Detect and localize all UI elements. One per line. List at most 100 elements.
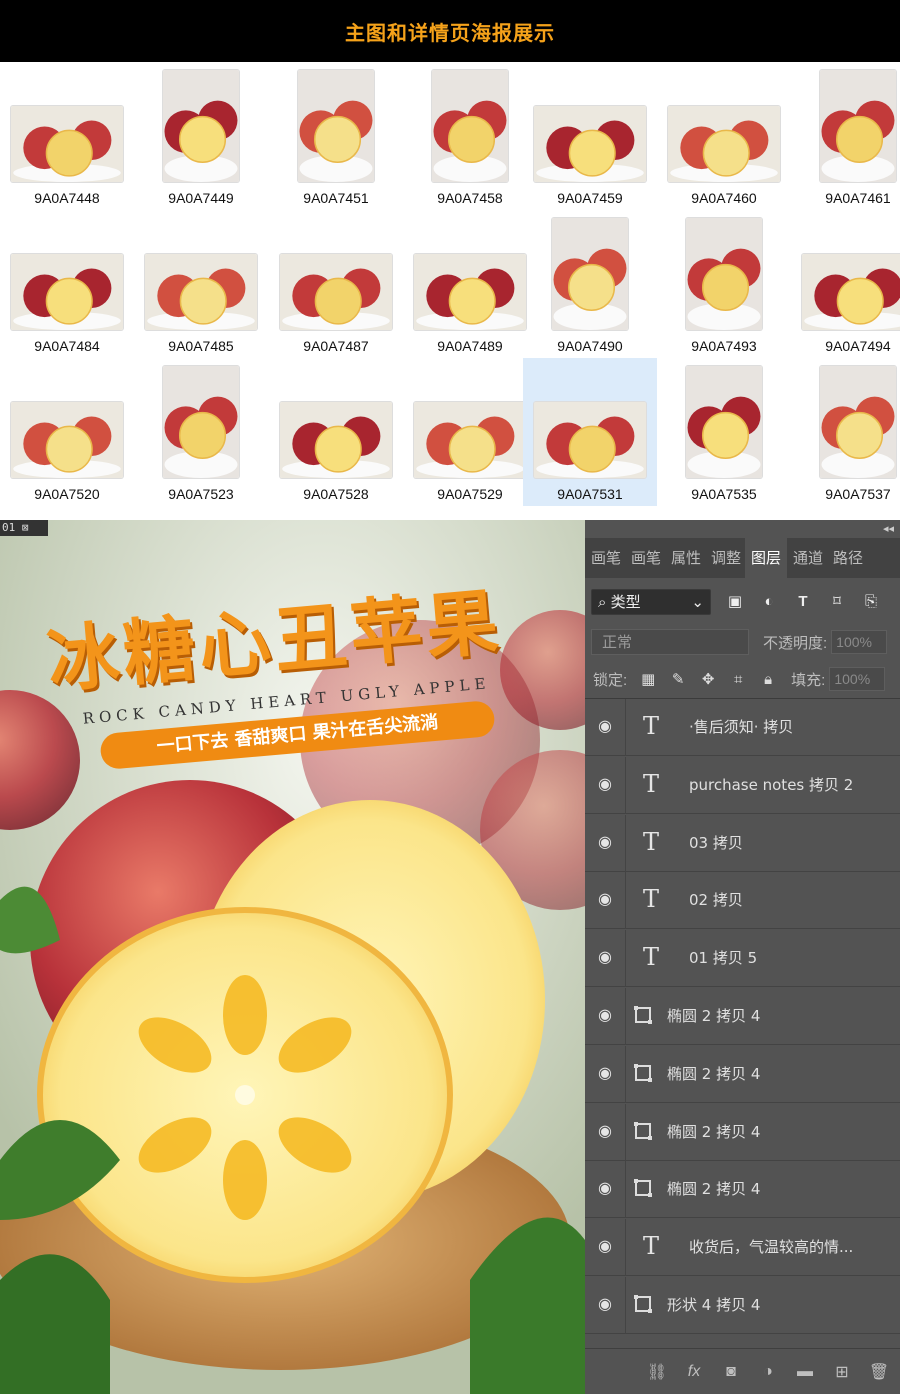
link-icon[interactable]: ⛓ xyxy=(646,1362,668,1382)
lock-all-icon[interactable]: 🔒︎ xyxy=(759,671,777,688)
layer-divider xyxy=(625,814,626,872)
visibility-eye-icon[interactable]: ◉ xyxy=(595,948,615,968)
visibility-eye-icon[interactable]: ◉ xyxy=(595,1179,615,1199)
visibility-eye-icon[interactable]: ◉ xyxy=(595,1237,615,1257)
panel-tab[interactable]: 属性 xyxy=(665,538,705,578)
visibility-eye-icon[interactable]: ◉ xyxy=(595,1295,615,1315)
text-layer-icon: T xyxy=(643,1232,660,1261)
blend-mode-select[interactable]: 正常 xyxy=(591,629,749,655)
thumbnail-item[interactable]: 9A0A7489 xyxy=(403,210,537,358)
thumbnail-item[interactable]: 9A0A7490 xyxy=(523,210,657,358)
thumbnail-item[interactable]: 9A0A7520 xyxy=(0,358,134,506)
thumbnail-label: 9A0A7520 xyxy=(34,486,100,502)
thumbnail-item[interactable]: 9A0A7484 xyxy=(0,210,134,358)
collapse-icon[interactable]: ◂◂ xyxy=(883,522,894,535)
text-filter-icon[interactable]: T xyxy=(793,592,813,612)
shape-filter-icon[interactable]: ⌑ xyxy=(827,592,847,612)
layer-name: purchase notes 拷贝 2 xyxy=(689,775,854,794)
adjustment-icon[interactable]: ◑ xyxy=(757,1363,779,1381)
thumbnail-label: 9A0A7490 xyxy=(557,338,623,354)
thumbnail-item[interactable]: 9A0A7449 xyxy=(134,62,268,210)
layer-row[interactable]: ◉ 椭圆 2 拷贝 4 xyxy=(585,1045,900,1103)
adjustment-filter-icon[interactable]: ◐ xyxy=(759,592,779,612)
thumbnail-image xyxy=(820,366,896,478)
layer-row[interactable]: ◉ 形状 4 拷贝 4 xyxy=(585,1277,900,1334)
layer-row[interactable]: ◉ T 01 拷贝 5 xyxy=(585,930,900,988)
panel-tab[interactable]: 调整 xyxy=(705,538,745,578)
thumbnail-image xyxy=(280,254,392,330)
layer-name: 收货后，气温较高的情... xyxy=(689,1238,854,1257)
fx-icon[interactable]: fx xyxy=(683,1363,705,1381)
thumbnail-item[interactable]: 9A0A7459 xyxy=(523,62,657,210)
panel-tab[interactable]: 路径 xyxy=(827,538,867,578)
thumbnail-item[interactable]: 9A0A7537 xyxy=(791,358,900,506)
lock-paint-icon[interactable]: ✎ xyxy=(669,670,687,688)
thumbnail-item[interactable]: 9A0A7461 xyxy=(791,62,900,210)
text-layer-icon: T xyxy=(643,827,660,856)
thumbnail-item[interactable]: 9A0A7529 xyxy=(403,358,537,506)
thumbnail-item[interactable]: 9A0A7458 xyxy=(403,62,537,210)
thumbnail-image xyxy=(820,70,896,182)
layer-row[interactable]: ◉ T 02 拷贝 xyxy=(585,872,900,930)
thumbnail-image xyxy=(668,106,780,182)
thumbnail-label: 9A0A7489 xyxy=(437,338,503,354)
visibility-eye-icon[interactable]: ◉ xyxy=(595,833,615,853)
layer-divider xyxy=(625,1103,626,1161)
thumbnail-item[interactable]: 9A0A7451 xyxy=(269,62,403,210)
document-tab[interactable]: 01 ⊠ xyxy=(0,520,48,536)
thumbnail-item[interactable]: 9A0A7493 xyxy=(657,210,791,358)
layer-divider xyxy=(625,988,626,1045)
thumbnail-item[interactable]: 9A0A7448 xyxy=(0,62,134,210)
thumbnail-label: 9A0A7451 xyxy=(303,190,369,206)
thumbnail-item[interactable]: 9A0A7523 xyxy=(134,358,268,506)
thumbnail-label: 9A0A7484 xyxy=(34,338,100,354)
trash-icon[interactable]: 🗑︎ xyxy=(868,1362,890,1382)
document-canvas[interactable]: 01 ⊠ 冰糖心丑苹果 ROCK CANDY HEART UGLY APPLE … xyxy=(0,520,585,1394)
layer-row[interactable]: ◉ 椭圆 2 拷贝 4 xyxy=(585,1103,900,1161)
lock-artboard-icon[interactable]: ⌗ xyxy=(729,671,747,688)
thumbnail-image xyxy=(163,70,239,182)
layer-row[interactable]: ◉ T 03 拷贝 xyxy=(585,814,900,872)
visibility-eye-icon[interactable]: ◉ xyxy=(595,1122,615,1142)
visibility-eye-icon[interactable]: ◉ xyxy=(595,890,615,910)
lock-transparency-icon[interactable]: ▦ xyxy=(639,670,657,688)
thumbnail-item[interactable]: 9A0A7528 xyxy=(269,358,403,506)
thumbnail-image xyxy=(11,402,123,478)
page-title: 主图和详情页海报展示 xyxy=(345,20,555,45)
thumbnail-image xyxy=(534,106,646,182)
visibility-eye-icon[interactable]: ◉ xyxy=(595,717,615,737)
visibility-eye-icon[interactable]: ◉ xyxy=(595,1064,615,1084)
thumbnail-image xyxy=(298,70,374,182)
layer-divider xyxy=(625,1045,626,1103)
thumbnail-item[interactable]: 9A0A7494 xyxy=(791,210,900,358)
layer-row[interactable]: ◉ 椭圆 2 拷贝 4 xyxy=(585,988,900,1045)
thumbnail-item[interactable]: 9A0A7460 xyxy=(657,62,791,210)
layer-row[interactable]: ◉ Tpurchase notes 拷贝 2 xyxy=(585,756,900,814)
thumbnail-item[interactable]: 9A0A7535 xyxy=(657,358,791,506)
panel-tab[interactable]: 图层 xyxy=(745,538,788,578)
thumbnail-item[interactable]: 9A0A7531 xyxy=(523,358,657,506)
panel-tab[interactable]: 通道 xyxy=(787,538,827,578)
thumbnail-label: 9A0A7459 xyxy=(557,190,623,206)
thumbnail-item[interactable]: 9A0A7487 xyxy=(269,210,403,358)
thumbnail-item[interactable]: 9A0A7485 xyxy=(134,210,268,358)
layers-list: ◉ T ·售后须知· 拷贝 ◉ Tpurchase notes 拷贝 2 ◉ T 03 拷贝 ◉… xyxy=(585,698,900,1349)
opacity-input[interactable]: 100% xyxy=(831,630,888,654)
lock-move-icon[interactable]: ✥ xyxy=(699,670,717,688)
filter-kind-select[interactable]: ⌕ 类型 ⌄ xyxy=(591,589,711,615)
fill-input[interactable]: 100% xyxy=(829,667,886,691)
visibility-eye-icon[interactable]: ◉ xyxy=(595,1006,615,1026)
panel-tab[interactable]: 画笔 xyxy=(585,538,625,578)
smart-object-filter-icon[interactable]: ⎘ xyxy=(861,592,881,612)
mask-icon[interactable]: ◙ xyxy=(720,1363,742,1381)
visibility-eye-icon[interactable]: ◉ xyxy=(595,775,615,795)
layer-row[interactable]: ◉ T ·售后须知· 拷贝 xyxy=(585,699,900,756)
panel-tabs: 画笔 画笔 属性 调整 图层 通道 路径 xyxy=(585,538,900,578)
layer-row[interactable]: ◉ 椭圆 2 拷贝 4 xyxy=(585,1161,900,1219)
thumbnail-image xyxy=(163,366,239,478)
panel-tab[interactable]: 画笔 xyxy=(625,538,665,578)
folder-icon[interactable]: ▬ xyxy=(794,1363,816,1381)
image-filter-icon[interactable]: ▣ xyxy=(725,592,745,612)
new-layer-icon[interactable]: ⊞ xyxy=(831,1362,853,1382)
layer-row[interactable]: ◉ T 收货后，气温较高的情... xyxy=(585,1219,900,1277)
